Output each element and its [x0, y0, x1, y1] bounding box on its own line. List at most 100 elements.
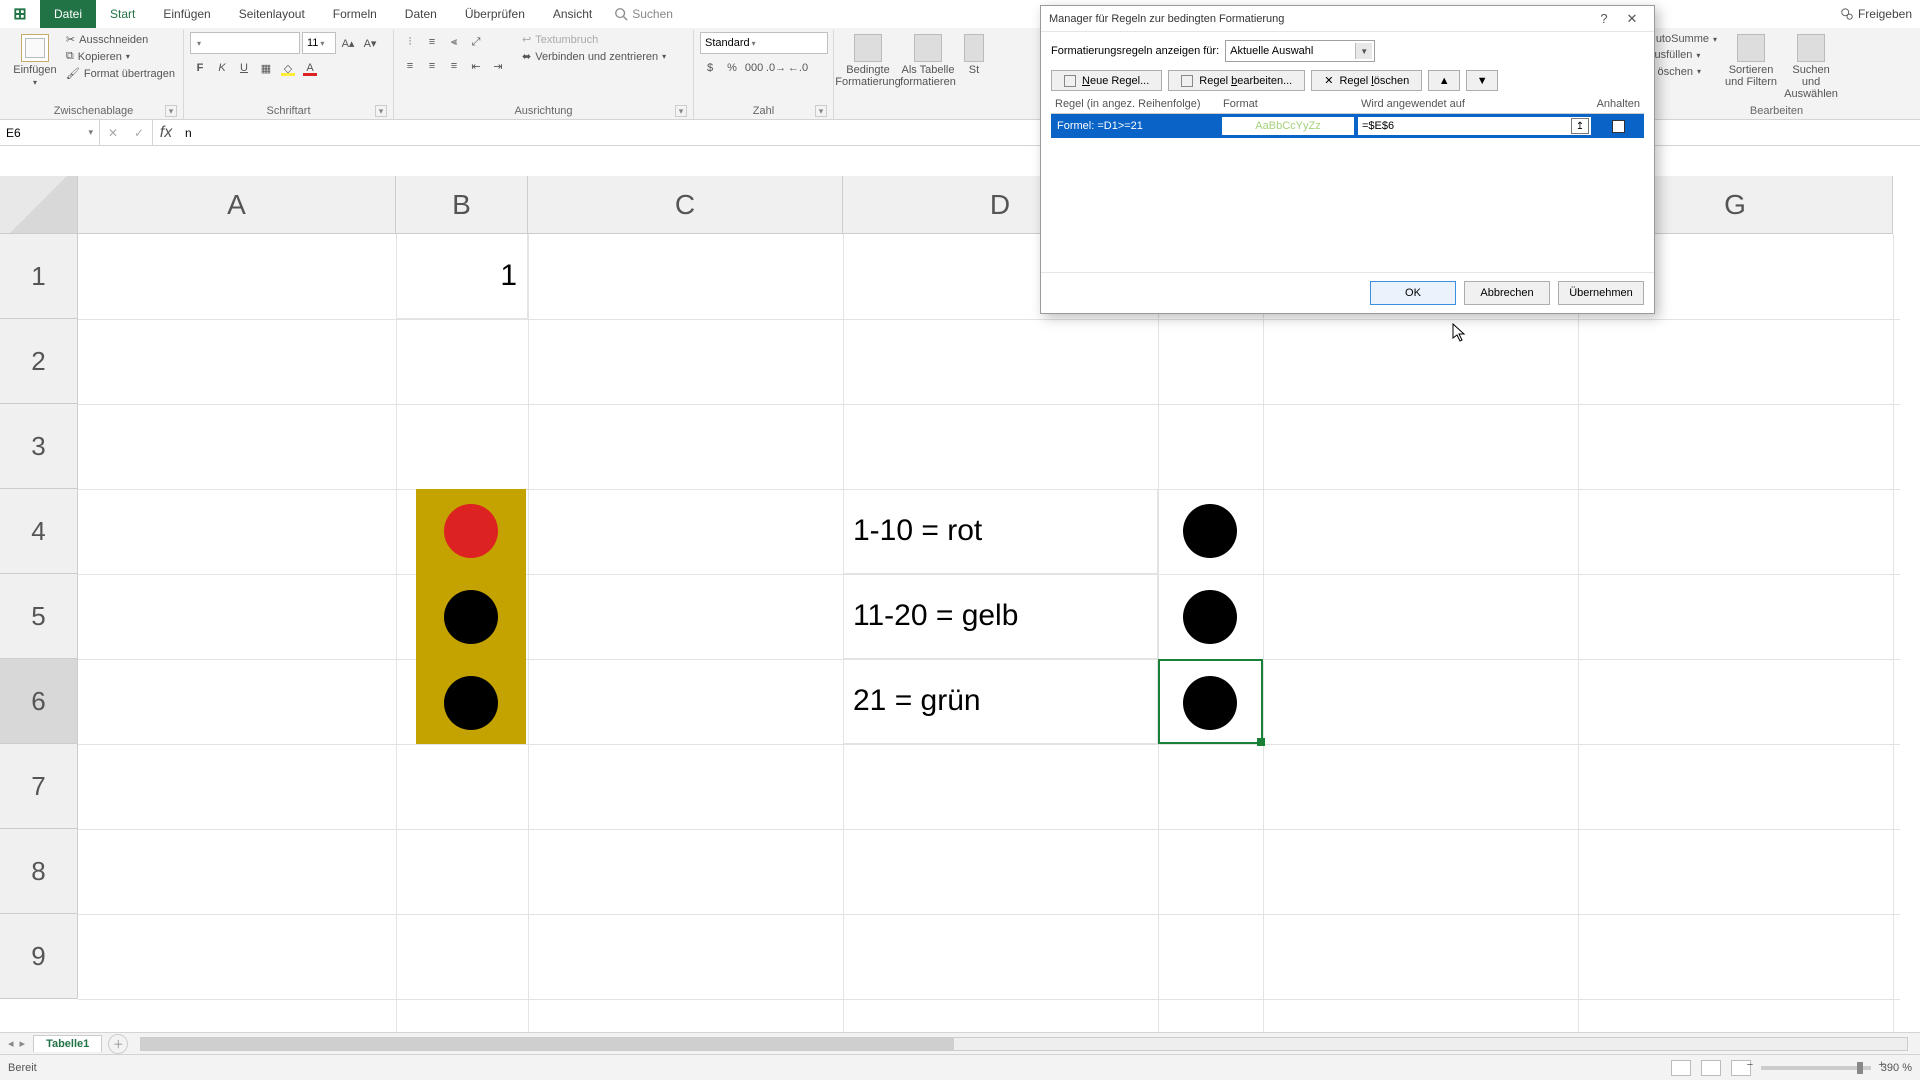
align-bottom-button[interactable]: ⫷ — [444, 32, 464, 52]
rules-list[interactable]: Formel: =D1>=21 AaBbCcYyZz =$E$6 ↥ — [1051, 114, 1644, 264]
sort-filter-button[interactable]: Sortieren und Filtern — [1723, 32, 1779, 88]
dec-decimal-button[interactable]: ←.0 — [788, 58, 808, 78]
row-header-2[interactable]: 2 — [0, 319, 78, 404]
row-header-6[interactable]: 6 — [0, 659, 78, 744]
col-header-a[interactable]: A — [78, 176, 396, 234]
tab-layout[interactable]: Seitenlayout — [225, 0, 319, 28]
sheet-nav-prev[interactable]: ◂ — [8, 1037, 14, 1050]
fx-icon[interactable]: fx — [153, 120, 179, 145]
align-left-button[interactable]: ≡ — [400, 56, 420, 76]
view-normal-button[interactable] — [1671, 1060, 1691, 1076]
increase-font-button[interactable]: A▴ — [338, 33, 358, 53]
bold-button[interactable]: F — [190, 58, 210, 78]
delete-rule-button[interactable]: ✕Regel löschen — [1311, 70, 1422, 91]
font-size-select[interactable]: 11 — [302, 32, 336, 54]
fill-color-button[interactable]: ◇ — [278, 58, 298, 78]
new-rule-icon — [1064, 75, 1076, 87]
indent-inc-button[interactable]: ⇥ — [488, 56, 508, 76]
row-header-4[interactable]: 4 — [0, 489, 78, 574]
cell-styles-button[interactable]: St — [960, 32, 988, 76]
border-button[interactable]: ▦ — [256, 58, 276, 78]
cut-button[interactable]: ✂Ausschneiden — [64, 32, 177, 47]
tab-file[interactable]: Datei — [40, 0, 96, 28]
number-launcher[interactable]: ▾ — [815, 105, 827, 117]
align-center-button[interactable]: ≡ — [422, 56, 442, 76]
tab-view[interactable]: Ansicht — [539, 0, 606, 28]
col-header-b[interactable]: B — [396, 176, 528, 234]
row-header-9[interactable]: 9 — [0, 914, 78, 999]
tab-start[interactable]: Start — [96, 0, 149, 28]
share-button[interactable]: Freigeben — [1840, 7, 1912, 21]
conditional-format-button[interactable]: Bedingte Formatierung — [840, 32, 896, 88]
percent-button[interactable]: % — [722, 58, 742, 78]
rule-stop-if-true[interactable] — [1592, 114, 1644, 138]
font-color-button[interactable]: A — [300, 58, 320, 78]
merge-center-button[interactable]: ⬌Verbinden und zentrieren▾ — [520, 49, 668, 64]
cell-b1[interactable]: 1 — [396, 234, 528, 319]
dialog-apply-button[interactable]: Übernehmen — [1558, 281, 1644, 305]
cell-d4[interactable]: 1-10 = rot — [843, 489, 1158, 574]
show-rules-for-select[interactable]: Aktuelle Auswahl▼ — [1225, 40, 1375, 62]
rules-col-stop: Anhalten — [1582, 98, 1644, 110]
wrap-text-button[interactable]: ↩Textumbruch — [520, 32, 668, 47]
view-pagelayout-button[interactable] — [1701, 1060, 1721, 1076]
cell-d5[interactable]: 11-20 = gelb — [843, 574, 1158, 659]
dialog-close-button[interactable]: ✕ — [1618, 11, 1646, 27]
font-name-select[interactable] — [190, 32, 300, 54]
new-rule-button[interactable]: Neue Regel... — [1051, 70, 1162, 91]
number-format-select[interactable]: Standard — [700, 32, 828, 54]
row-header-1[interactable]: 1 — [0, 234, 78, 319]
align-middle-button[interactable]: ≡ — [422, 32, 442, 52]
tab-insert[interactable]: Einfügen — [149, 0, 224, 28]
zoom-slider[interactable] — [1761, 1066, 1871, 1070]
indent-dec-button[interactable]: ⇤ — [466, 56, 486, 76]
clipboard-launcher[interactable]: ▾ — [165, 105, 177, 117]
select-all-corner[interactable] — [0, 176, 78, 234]
name-box[interactable]: E6▾ — [0, 120, 100, 145]
add-sheet-button[interactable]: ＋ — [108, 1034, 128, 1054]
row-header-8[interactable]: 8 — [0, 829, 78, 914]
tab-data[interactable]: Daten — [391, 0, 451, 28]
row-header-7[interactable]: 7 — [0, 744, 78, 829]
horizontal-scrollbar[interactable] — [140, 1037, 1908, 1051]
align-top-button[interactable]: ⫶ — [400, 32, 420, 52]
format-as-table-button[interactable]: Als Tabelle formatieren — [900, 32, 956, 88]
paste-button[interactable]: Einfügen ▾ — [10, 32, 60, 87]
show-rules-for-label: Formatierungsregeln anzeigen für: — [1051, 45, 1219, 57]
col-header-c[interactable]: C — [528, 176, 843, 234]
move-rule-up-button[interactable]: ▲ — [1428, 70, 1460, 91]
edit-rule-button[interactable]: Regel bearbeiten... — [1168, 70, 1305, 91]
orientation-button[interactable]: ⤢ — [466, 32, 486, 52]
tab-formulas[interactable]: Formeln — [319, 0, 391, 28]
tab-review[interactable]: Überprüfen — [451, 0, 539, 28]
font-launcher[interactable]: ▾ — [375, 105, 387, 117]
find-select-button[interactable]: Suchen und Auswählen — [1783, 32, 1839, 100]
alignment-launcher[interactable]: ▾ — [675, 105, 687, 117]
thousands-button[interactable]: 000 — [744, 58, 764, 78]
zoom-value[interactable]: 390 % — [1881, 1062, 1912, 1074]
copy-button[interactable]: ⧉Kopieren▾ — [64, 49, 177, 64]
rule-row-1[interactable]: Formel: =D1>=21 AaBbCcYyZz =$E$6 ↥ — [1051, 114, 1644, 138]
align-right-button[interactable]: ≡ — [444, 56, 464, 76]
format-painter-button[interactable]: 🖌Format übertragen — [64, 66, 177, 81]
underline-button[interactable]: U — [234, 58, 254, 78]
decrease-font-button[interactable]: A▾ — [360, 33, 380, 53]
tell-me-search[interactable]: Suchen — [614, 7, 673, 21]
italic-button[interactable]: K — [212, 58, 232, 78]
sheet-tab-1[interactable]: Tabelle1 — [33, 1035, 102, 1052]
cancel-edit-button[interactable]: ✕ — [100, 126, 126, 140]
row-headers[interactable]: 1 2 3 4 5 6 7 8 9 — [0, 234, 78, 1048]
confirm-edit-button[interactable]: ✓ — [126, 126, 152, 140]
dialog-help-button[interactable]: ? — [1590, 11, 1618, 26]
range-picker-icon[interactable]: ↥ — [1571, 118, 1589, 134]
dialog-cancel-button[interactable]: Abbrechen — [1464, 281, 1550, 305]
currency-button[interactable]: $ — [700, 58, 720, 78]
sheet-nav-next[interactable]: ▸ — [20, 1037, 26, 1050]
rule-range-input[interactable]: =$E$6 ↥ — [1357, 116, 1592, 136]
inc-decimal-button[interactable]: .0→ — [766, 58, 786, 78]
dialog-ok-button[interactable]: OK — [1370, 281, 1456, 305]
row-header-3[interactable]: 3 — [0, 404, 78, 489]
cell-d6[interactable]: 21 = grün — [843, 659, 1158, 744]
row-header-5[interactable]: 5 — [0, 574, 78, 659]
move-rule-down-button[interactable]: ▼ — [1466, 70, 1498, 91]
